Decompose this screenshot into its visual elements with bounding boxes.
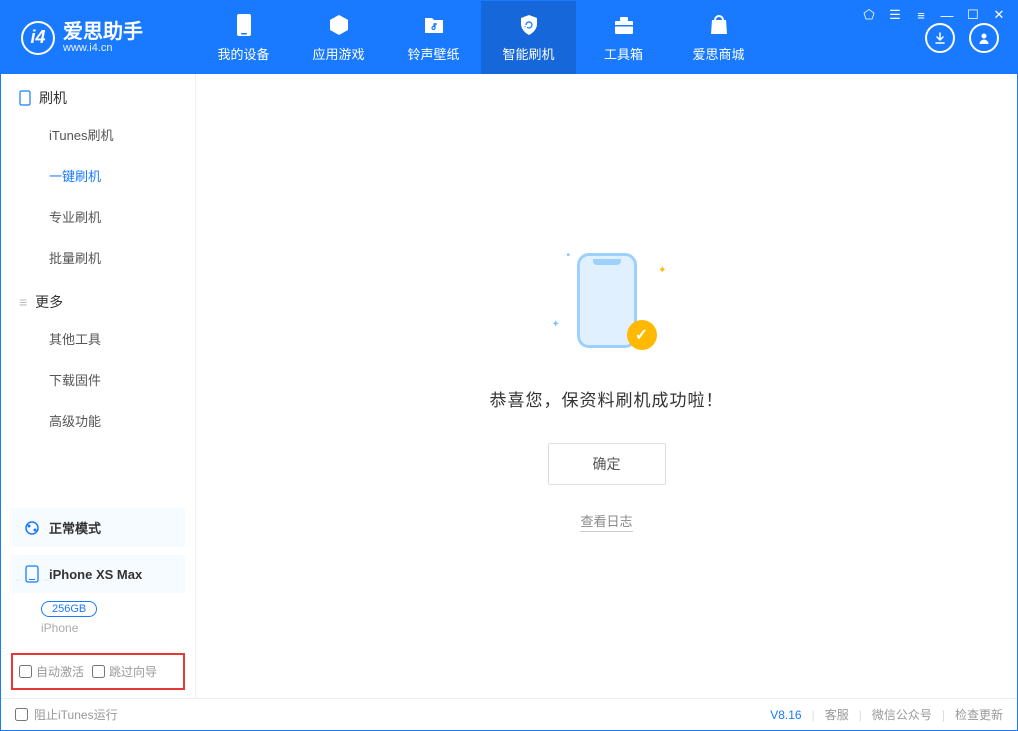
view-log-link[interactable]: 查看日志	[580, 511, 632, 532]
checkbox-stop-itunes[interactable]: 阻止iTunes运行	[15, 706, 118, 723]
toolbox-icon	[612, 12, 636, 38]
bag-icon	[708, 12, 730, 38]
user-area	[925, 23, 1017, 53]
sidebar-item-other[interactable]: 其他工具	[1, 318, 195, 359]
auto-activate-checkbox[interactable]	[19, 665, 32, 678]
checkbox-auto-activate[interactable]: 自动激活	[19, 663, 84, 680]
maximize-button[interactable]: ☐	[965, 7, 981, 23]
checkbox-skip-guide[interactable]: 跳过向导	[92, 663, 157, 680]
menu-icon[interactable]: ≡	[913, 8, 929, 23]
checkbox-label: 自动激活	[36, 663, 84, 680]
logo-area: i4 爱思助手 www.i4.cn	[1, 21, 196, 55]
stop-itunes-checkbox[interactable]	[15, 708, 28, 721]
tab-my-device[interactable]: 我的设备	[196, 1, 291, 74]
check-update-link[interactable]: 检查更新	[955, 706, 1003, 723]
confirm-button[interactable]: 确定	[548, 443, 666, 485]
device-capacity: 256GB	[41, 601, 97, 617]
checkmark-badge-icon: ✓	[627, 320, 657, 350]
skip-guide-checkbox[interactable]	[92, 665, 105, 678]
sparkle-icon: ✦	[658, 265, 666, 276]
sidebar: 刷机 iTunes刷机 一键刷机 专业刷机 批量刷机 ≡ 更多 其他工具 下载固…	[1, 74, 196, 698]
window-controls: ⬠ ☰ ≡ ― ☐ ✕	[861, 7, 1007, 23]
shirt-icon[interactable]: ⬠	[861, 7, 877, 23]
checkbox-label: 跳过向导	[109, 663, 157, 680]
section-label: 刷机	[39, 88, 67, 108]
tab-smart-flash[interactable]: 智能刷机	[481, 1, 576, 74]
download-button[interactable]	[925, 23, 955, 53]
sparkle-icon: ✦	[552, 319, 560, 330]
separator: |	[859, 708, 862, 722]
user-button[interactable]	[969, 23, 999, 53]
phone-small-icon	[19, 90, 31, 106]
wechat-link[interactable]: 微信公众号	[872, 706, 932, 723]
device-info: 256GB iPhone	[1, 597, 195, 645]
tab-label: 智能刷机	[502, 44, 554, 63]
footer: 阻止iTunes运行 V8.16 | 客服 | 微信公众号 | 检查更新	[1, 698, 1017, 730]
separator: |	[942, 708, 945, 722]
tab-apps[interactable]: 应用游戏	[291, 1, 386, 74]
nav-tabs: 我的设备 应用游戏 铃声壁纸 智能刷机	[196, 1, 766, 74]
mode-label: 正常模式	[49, 518, 101, 537]
sidebar-item-advanced[interactable]: 高级功能	[1, 400, 195, 441]
mode-icon	[23, 519, 41, 537]
section-label: 更多	[35, 292, 63, 312]
titlebar: ⬠ ☰ ≡ ― ☐ ✕ i4 爱思助手 www.i4.cn 我的设备	[1, 1, 1017, 74]
list-icon: ≡	[19, 294, 27, 310]
separator: |	[812, 708, 815, 722]
tab-toolbox[interactable]: 工具箱	[576, 1, 671, 74]
sidebar-item-pro[interactable]: 专业刷机	[1, 196, 195, 237]
main-content: ✦ ✦ • ✓ 恭喜您，保资料刷机成功啦！ 确定 查看日志	[196, 74, 1017, 698]
tab-label: 我的设备	[217, 44, 269, 63]
logo-icon: i4	[21, 21, 55, 55]
customer-service-link[interactable]: 客服	[825, 706, 849, 723]
phone-icon	[234, 12, 254, 38]
minimize-button[interactable]: ―	[939, 8, 955, 23]
success-illustration: ✦ ✦ • ✓	[547, 240, 667, 360]
sidebar-item-oneclick[interactable]: 一键刷机	[1, 155, 195, 196]
device-icon	[23, 565, 41, 583]
checkbox-label: 阻止iTunes运行	[34, 706, 118, 723]
sidebar-item-itunes[interactable]: iTunes刷机	[1, 114, 195, 155]
shield-refresh-icon	[517, 12, 541, 38]
tab-label: 铃声壁纸	[407, 44, 459, 63]
tab-ringtone[interactable]: 铃声壁纸	[386, 1, 481, 74]
close-button[interactable]: ✕	[991, 7, 1007, 23]
version-label: V8.16	[770, 708, 801, 722]
success-title: 恭喜您，保资料刷机成功啦！	[490, 386, 724, 411]
tab-label: 工具箱	[604, 44, 643, 63]
sidebar-section-more: ≡ 更多	[1, 278, 195, 318]
sidebar-item-batch[interactable]: 批量刷机	[1, 237, 195, 278]
app-subtitle: www.i4.cn	[63, 42, 143, 54]
tab-label: 应用游戏	[312, 44, 364, 63]
device-type: iPhone	[41, 621, 183, 635]
music-folder-icon	[423, 12, 445, 38]
sidebar-item-firmware[interactable]: 下载固件	[1, 359, 195, 400]
device-name: iPhone XS Max	[49, 567, 142, 582]
app-menu-icon[interactable]: ☰	[887, 7, 903, 23]
app-title: 爱思助手	[63, 22, 143, 42]
options-row: 自动激活 跳过向导	[11, 653, 185, 690]
sidebar-section-flash: 刷机	[1, 74, 195, 114]
sparkle-icon: •	[567, 250, 571, 261]
cube-icon	[327, 12, 351, 38]
device-name-card[interactable]: iPhone XS Max	[11, 555, 185, 593]
tab-store[interactable]: 爱思商城	[671, 1, 766, 74]
tab-label: 爱思商城	[692, 44, 744, 63]
device-mode-card[interactable]: 正常模式	[11, 508, 185, 547]
